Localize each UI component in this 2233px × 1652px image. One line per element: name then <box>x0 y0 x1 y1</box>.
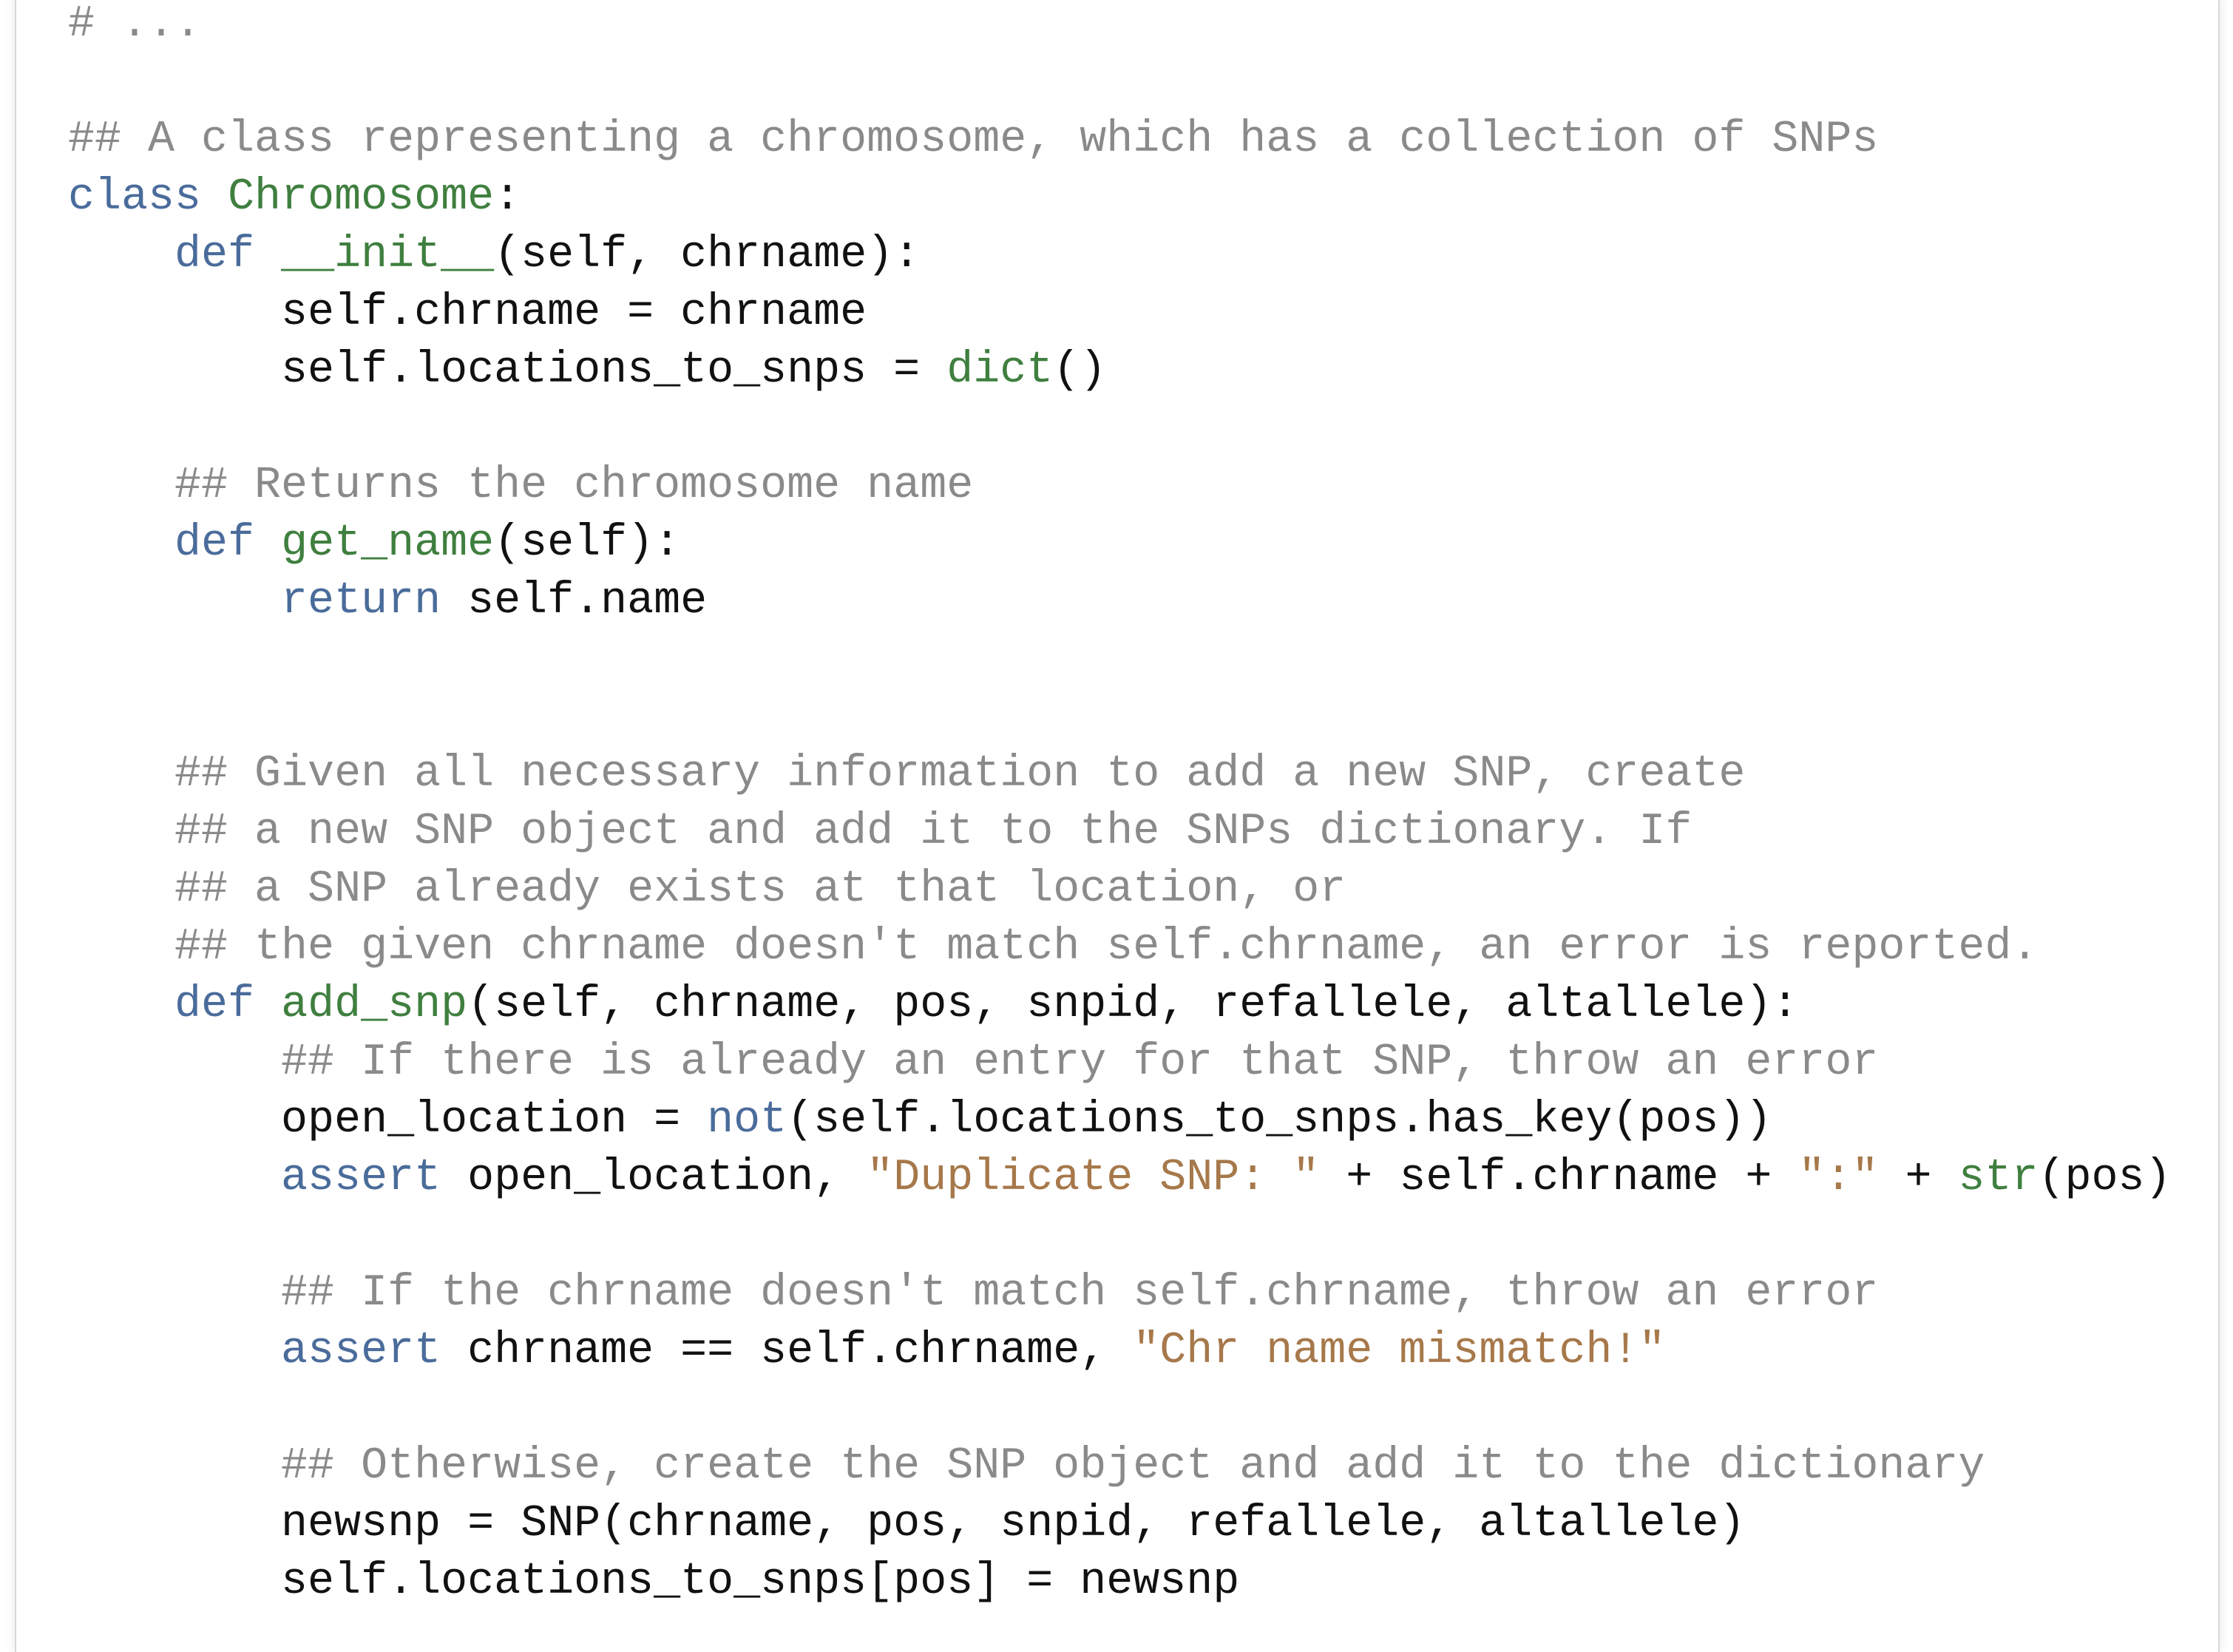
code-line: assert open_location, "Duplicate SNP: " … <box>68 1149 2172 1207</box>
comment-token: ## Given all necessary information to ad… <box>174 749 1746 799</box>
code-line: ## a new SNP object and add it to the SN… <box>68 803 2172 861</box>
comment-token: ## If there is already an entry for that… <box>281 1037 1879 1088</box>
code-line: return self.name <box>68 572 2172 630</box>
name-token: __init__ <box>281 230 495 280</box>
code-token: () <box>1053 345 1107 396</box>
code-panel: # ... ## A class representing a chromoso… <box>15 0 2220 1652</box>
name-token: Chromosome <box>228 172 495 223</box>
comment-token: ## Returns the chromosome name <box>174 461 974 511</box>
code-line: ## Otherwise, create the SNP object and … <box>68 1438 2172 1495</box>
code-line: ## the given chrname doesn't match self.… <box>68 918 2172 976</box>
code-token: (self, chrname): <box>494 230 921 280</box>
code-line: self.locations_to_snps = dict() <box>68 342 2172 399</box>
code-line: newsnp = SNP(chrname, pos, snpid, refall… <box>68 1495 2172 1553</box>
keyword-token: not <box>707 1095 787 1145</box>
code-token: (pos) <box>2038 1153 2172 1203</box>
comment-token: # ... <box>68 0 202 50</box>
code-line: ## If there is already an entry for that… <box>68 1034 2172 1091</box>
name-token: str <box>1958 1153 2039 1203</box>
comment-token: ## Otherwise, create the SNP object and … <box>281 1441 1985 1492</box>
comment-token: ## If the chrname doesn't match self.chr… <box>281 1268 1879 1318</box>
code-block: # ... ## A class representing a chromoso… <box>68 0 2172 1611</box>
code-token: self.locations_to_snps = <box>68 345 947 396</box>
code-line: def __init__(self, chrname): <box>68 226 2172 284</box>
comment-token: ## a SNP already exists at that location… <box>174 864 1346 915</box>
code-token: (self, chrname, pos, snpid, refallele, a… <box>467 980 1799 1030</box>
keyword-token: class <box>68 172 202 223</box>
code-token: chrname == self.chrname, <box>441 1326 1134 1376</box>
comment-token: ## A class representing a chromosome, wh… <box>68 115 1879 165</box>
comment-token: ## a new SNP object and add it to the SN… <box>174 807 1692 857</box>
name-token: get_name <box>281 518 495 569</box>
code-line: class Chromosome: <box>68 169 2172 226</box>
code-line: self.locations_to_snps[pos] = newsnp <box>68 1553 2172 1611</box>
code-line: def add_snp(self, chrname, pos, snpid, r… <box>68 976 2172 1034</box>
code-token: open_location, <box>441 1153 867 1203</box>
string-token: ":" <box>1798 1153 1879 1203</box>
keyword-token: def <box>174 980 255 1030</box>
code-token: (self): <box>494 518 681 569</box>
name-token: dict <box>946 345 1054 396</box>
code-line: self.chrname = chrname <box>68 284 2172 342</box>
keyword-token: return <box>281 576 441 626</box>
code-line: # ... <box>68 0 2172 53</box>
code-token: + <box>1878 1153 1959 1203</box>
code-line: assert chrname == self.chrname, "Chr nam… <box>68 1322 2172 1380</box>
code-line: ## a SNP already exists at that location… <box>68 861 2172 918</box>
code-line: ## If the chrname doesn't match self.chr… <box>68 1265 2172 1322</box>
keyword-token: def <box>174 518 255 569</box>
code-line: def get_name(self): <box>68 515 2172 572</box>
code-token: + self.chrname + <box>1319 1153 1799 1203</box>
comment-token: ## the given chrname doesn't match self.… <box>174 922 2039 972</box>
code-token: : <box>494 172 521 223</box>
string-token: "Duplicate SNP: " <box>867 1153 1320 1203</box>
code-token: open_location = <box>68 1095 708 1145</box>
code-line: ## Given all necessary information to ad… <box>68 745 2172 803</box>
code-token: self.locations_to_snps[pos] = newsnp <box>68 1557 1240 1607</box>
name-token: add_snp <box>281 980 468 1030</box>
string-token: "Chr name mismatch!" <box>1133 1326 1666 1376</box>
keyword-token: assert <box>281 1153 441 1203</box>
keyword-token: assert <box>281 1326 441 1376</box>
code-line: ## A class representing a chromosome, wh… <box>68 111 2172 169</box>
code-line: ## Returns the chromosome name <box>68 457 2172 515</box>
keyword-token: def <box>174 230 255 280</box>
code-token: self.name <box>441 576 708 626</box>
code-token: self.chrname = chrname <box>68 288 867 338</box>
code-line: open_location = not(self.locations_to_sn… <box>68 1091 2172 1149</box>
code-token: (self.locations_to_snps.has_key(pos)) <box>787 1095 1772 1145</box>
code-token: newsnp = SNP(chrname, pos, snpid, refall… <box>68 1499 1746 1549</box>
